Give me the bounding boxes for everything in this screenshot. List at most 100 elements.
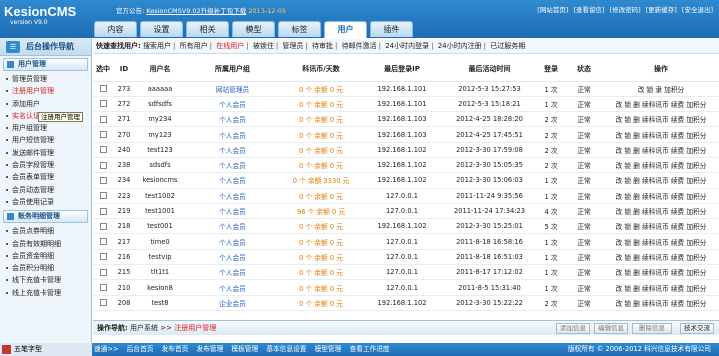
sidebar-item-usage-log[interactable]: 会员使用记录 [6,196,91,208]
row-group[interactable]: 个人会员 [185,218,280,235]
row-username[interactable]: test001 [135,218,185,235]
sidebar-item-admins[interactable]: 管理员管理 [6,73,91,85]
row-checkbox[interactable] [93,81,113,97]
row-group[interactable]: 企业会员 [185,295,280,311]
row-actions[interactable]: 改 锁 删 续科讯币 续费 加积分 [603,203,719,220]
row-actions[interactable]: 改 锁 删 续科讯币 续费 加积分 [603,142,719,158]
status-link-basic-settings[interactable]: 基本信息设置 [266,345,306,353]
row-actions[interactable]: 改 锁 删 续科讯币 续费 加积分 [603,111,719,128]
notice-link[interactable]: KesionCMSV9.02升级补丁包下载 [146,7,246,15]
status-link-progress[interactable]: 查看工作进度 [349,345,389,353]
quick-pending[interactable]: 待审批 [312,42,333,50]
top-link-password[interactable]: [修改密码] [610,6,641,14]
row-username[interactable]: tlt1t1 [135,264,185,281]
row-username[interactable]: kesion8 [135,279,185,296]
row-username[interactable]: kesioncms [135,172,185,189]
top-link-messages[interactable]: [查看留信] [573,6,604,14]
row-actions[interactable]: 改 锁 删 续科讯币 续费 加积分 [603,96,719,113]
delete-info-button[interactable]: 删除信息 [632,323,672,334]
row-actions[interactable]: 改 锁 删 续科讯币 续费 加积分 [603,172,719,189]
tab-tags[interactable]: 标签 [278,21,321,37]
top-link-cache[interactable]: [更新缓存] [646,6,677,14]
ime-indicator[interactable]: 五笔字型 [0,343,92,356]
status-link-admin-home[interactable]: 后台首页 [127,345,154,353]
row-username[interactable]: test1001 [135,203,185,220]
quick-mail-activation[interactable]: 待邮件激活 [342,42,377,50]
row-checkbox[interactable] [93,188,113,204]
tab-settings[interactable]: 设置 [140,21,183,37]
sidebar-item-online-card[interactable]: 线上充值卡管理 [6,287,91,299]
row-actions[interactable]: 改 锁 隶 加积分 [603,81,719,97]
tab-content[interactable]: 内容 [94,21,137,37]
sidebar-item-points-detail[interactable]: 会员点券明细 [6,225,91,237]
row-group[interactable]: 个人会员 [185,172,280,189]
row-checkbox[interactable] [93,233,113,250]
sidebar-item-member-fields[interactable]: 会员字段管理 [6,159,91,171]
sidebar-item-registered-users[interactable]: 注册用户管理 [6,85,91,97]
row-group[interactable]: 个人会员 [185,142,280,158]
quick-all-users[interactable]: 所有用户 [180,42,208,50]
row-username[interactable]: test8 [135,295,185,311]
top-link-logout[interactable]: [安全退出] [682,6,713,14]
status-link-quick[interactable]: 速通>> [94,345,119,353]
sidebar-item-add-user[interactable]: 添加用户 [6,98,91,110]
row-group[interactable]: 个人会员 [185,126,280,143]
sidebar-item-send-mail[interactable]: 发送邮件管理 [6,147,91,159]
row-actions[interactable]: 改 锁 删 续科讯币 续费 加积分 [603,188,719,204]
row-username[interactable]: sdsdfs [135,157,185,174]
row-username[interactable]: test123 [135,142,185,158]
quick-24h-login[interactable]: 24小时内登录 [385,42,429,50]
row-checkbox[interactable] [93,203,113,220]
row-username[interactable]: testvip [135,249,185,266]
sidebar-item-member-activity[interactable]: 会员动态管理 [6,184,91,196]
sidebar-item-offline-card[interactable]: 线下充值卡管理 [6,274,91,286]
row-actions[interactable]: 改 锁 删 续科讯币 续费 加积分 [603,279,719,296]
sidebar-item-funds-detail[interactable]: 会员资金明细 [6,250,91,262]
row-username[interactable]: sdfsdfs [135,96,185,113]
row-checkbox[interactable] [93,96,113,113]
row-actions[interactable]: 改 锁 删 续科讯币 续费 加积分 [603,126,719,143]
row-checkbox[interactable] [93,142,113,158]
quick-online-users[interactable]: 在线用户 [216,42,244,50]
sidebar-item-user-sms[interactable]: 用户短信管理 [6,134,91,146]
row-checkbox[interactable] [93,264,113,281]
quick-24h-register[interactable]: 24小时内注册 [438,42,482,50]
edit-info-button[interactable]: 编辑信息 [594,323,628,334]
status-link-publish-home[interactable]: 发布首页 [162,345,189,353]
tab-users[interactable]: 用户 [324,21,367,38]
row-checkbox[interactable] [93,126,113,143]
row-username[interactable]: aaaaaa [135,81,185,97]
row-username[interactable]: time0 [135,233,185,250]
row-checkbox[interactable] [93,279,113,296]
row-group[interactable]: 个人会员 [185,279,280,296]
top-link-home[interactable]: [网站首页] [537,6,568,14]
sidebar-item-user-groups[interactable]: 用户组管理 [6,122,91,134]
row-group[interactable]: 个人会员 [185,249,280,266]
tab-models[interactable]: 模型 [232,21,275,37]
add-info-button[interactable]: 添加信息 [556,323,590,334]
sidebar-item-score-detail[interactable]: 会员积分明细 [6,262,91,274]
status-link-template[interactable]: 模板管理 [231,345,258,353]
tech-exchange-button[interactable]: 技术交流 [680,323,714,334]
row-username[interactable]: my234 [135,111,185,128]
row-group[interactable]: 个人会员 [185,157,280,174]
row-checkbox[interactable] [93,172,113,189]
row-group[interactable]: 个人会员 [185,203,280,220]
row-actions[interactable]: 改 锁 删 续科讯币 续费 加积分 [603,249,719,266]
row-group[interactable]: 个人会员 [185,111,280,128]
row-actions[interactable]: 改 锁 删 续科讯币 续费 加积分 [603,218,719,235]
row-checkbox[interactable] [93,218,113,235]
row-group[interactable]: 个人会员 [185,233,280,250]
row-checkbox[interactable] [93,249,113,266]
status-link-publish-manage[interactable]: 发布管理 [197,345,224,353]
row-username[interactable]: my123 [135,126,185,143]
row-actions[interactable]: 改 锁 删 续科讯币 续费 加积分 [603,264,719,281]
row-group[interactable]: 个人会员 [185,264,280,281]
quick-expired[interactable]: 已过服务期 [490,42,525,50]
row-checkbox[interactable] [93,111,113,128]
row-actions[interactable]: 改 锁 删 续科讯币 续费 加积分 [603,295,719,311]
tab-related[interactable]: 相关 [186,21,229,37]
quick-admins[interactable]: 管理员 [282,42,303,50]
status-link-models[interactable]: 模型管理 [315,345,342,353]
sidebar-item-member-forms[interactable]: 会员表单管理 [6,171,91,183]
